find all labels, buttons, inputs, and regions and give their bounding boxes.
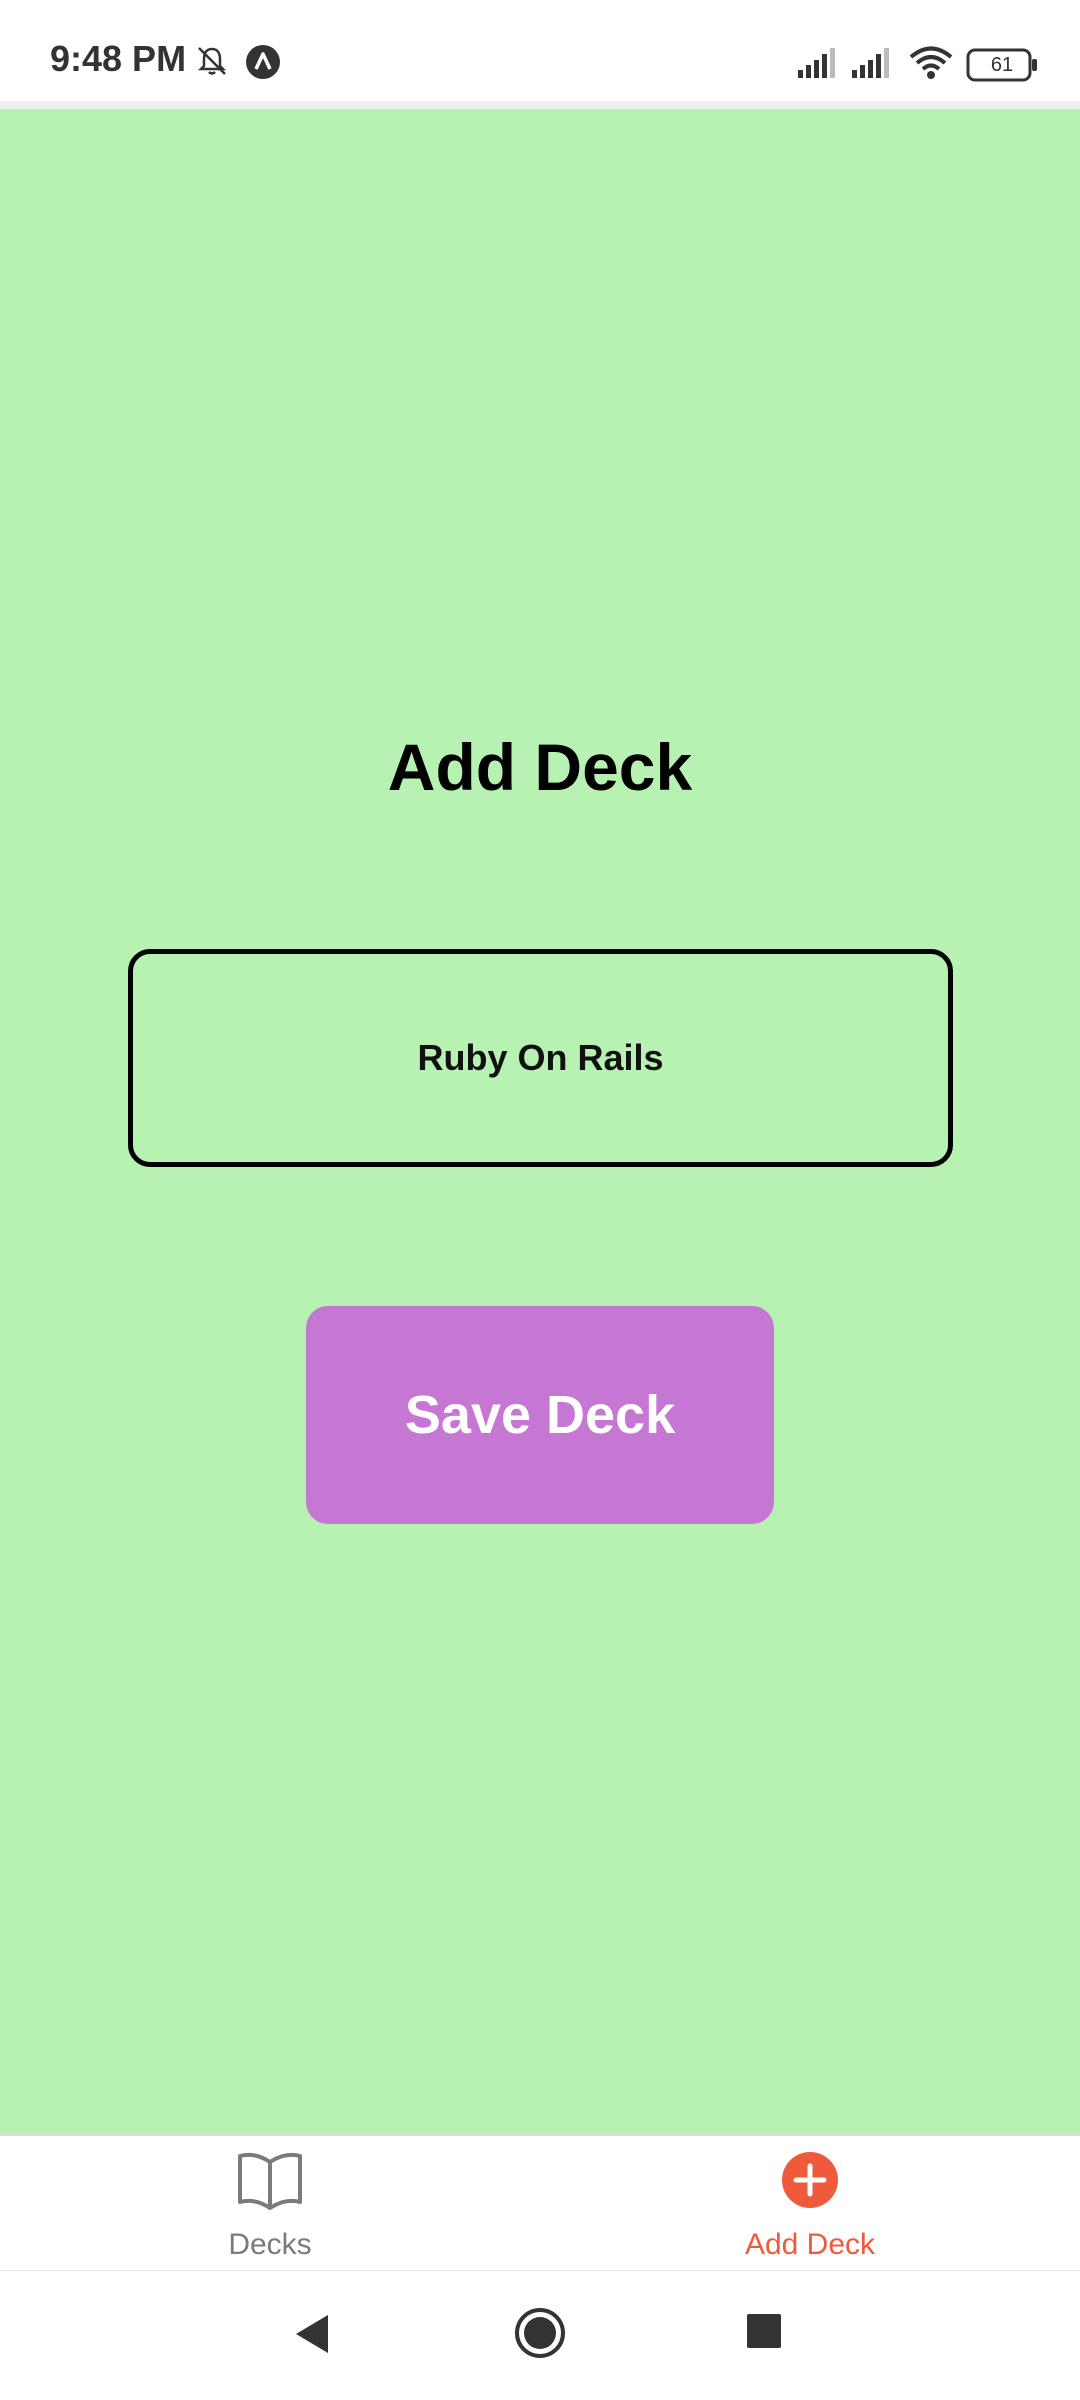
signal-icon xyxy=(850,48,892,83)
tab-decks[interactable]: Decks xyxy=(0,2136,540,2272)
deck-name-input[interactable] xyxy=(128,949,953,1167)
save-deck-button[interactable]: Save Deck xyxy=(306,1306,774,1524)
page-title: Add Deck xyxy=(387,730,693,804)
status-time: 9:48 PM xyxy=(50,38,187,79)
app-notification-icon xyxy=(245,44,281,85)
recents-icon[interactable] xyxy=(746,2313,782,2354)
tab-decks-label: Decks xyxy=(228,2228,312,2261)
battery-level: 61 xyxy=(990,53,1014,76)
signal-icon xyxy=(796,48,838,83)
tab-add-deck-label: Add Deck xyxy=(744,2228,876,2261)
bottom-tab-bar: Decks Add Deck xyxy=(0,2134,1080,2270)
plus-circle-icon xyxy=(780,2150,840,2215)
add-deck-screen: Add Deck Save Deck xyxy=(0,109,1080,2134)
home-icon[interactable] xyxy=(514,2307,566,2364)
battery-icon: 61 xyxy=(966,48,1038,82)
status-bar: 9:48 PM 61 xyxy=(0,0,1080,101)
back-icon[interactable] xyxy=(290,2311,334,2362)
mute-bell-icon xyxy=(195,44,229,83)
system-nav-bar xyxy=(0,2270,1080,2400)
book-icon xyxy=(235,2150,305,2215)
tab-add-deck[interactable]: Add Deck xyxy=(540,2136,1080,2272)
status-divider xyxy=(0,101,1080,109)
wifi-icon xyxy=(908,44,954,85)
